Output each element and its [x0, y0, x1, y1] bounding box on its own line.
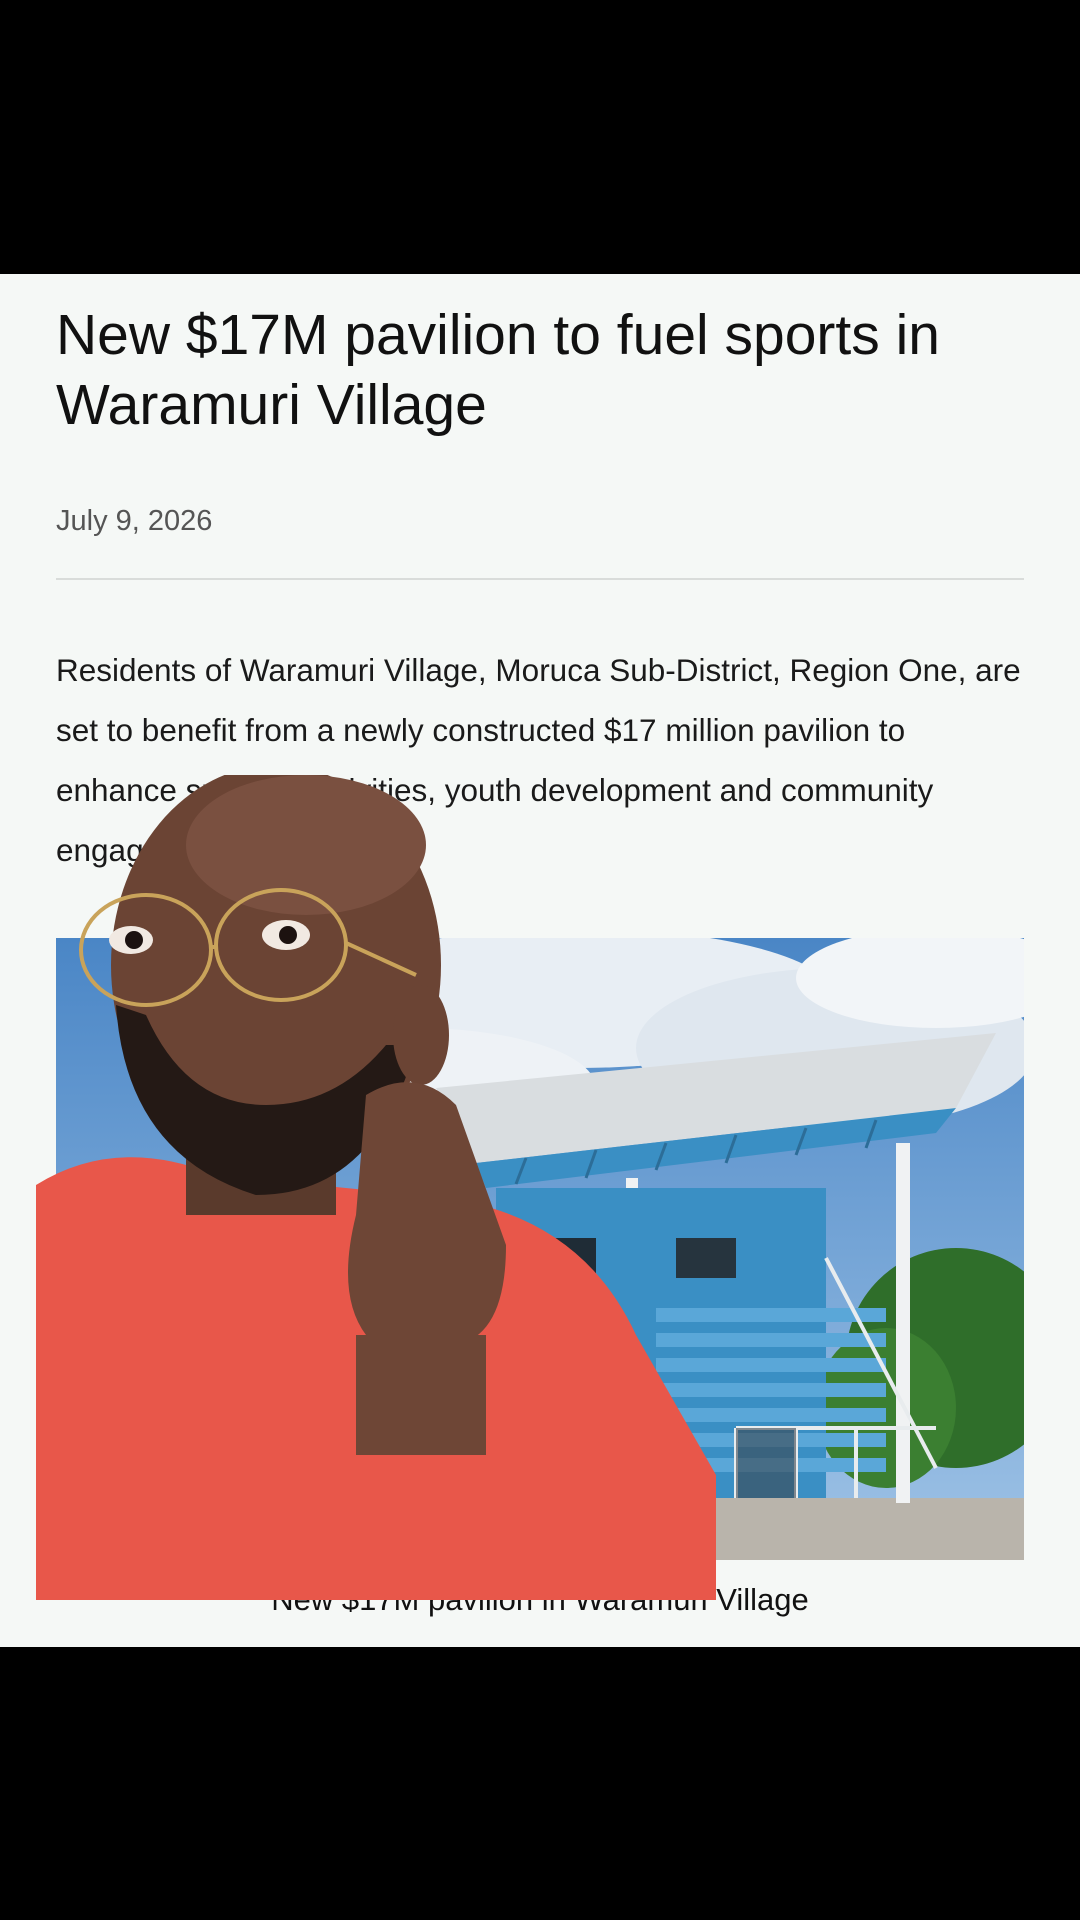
- presenter-figure: [36, 775, 716, 1600]
- article-date: July 9, 2026: [56, 505, 213, 537]
- article-title: New $17M pavilion to fuel sports in Wara…: [56, 303, 940, 437]
- video-frame: New $17M pavilion to fuel sports in Wara…: [0, 0, 1080, 1920]
- divider: [56, 578, 1024, 580]
- bottom-letterbox: [0, 1647, 1080, 1920]
- top-letterbox: [0, 0, 1080, 274]
- presenter-video-overlay: [36, 775, 716, 1600]
